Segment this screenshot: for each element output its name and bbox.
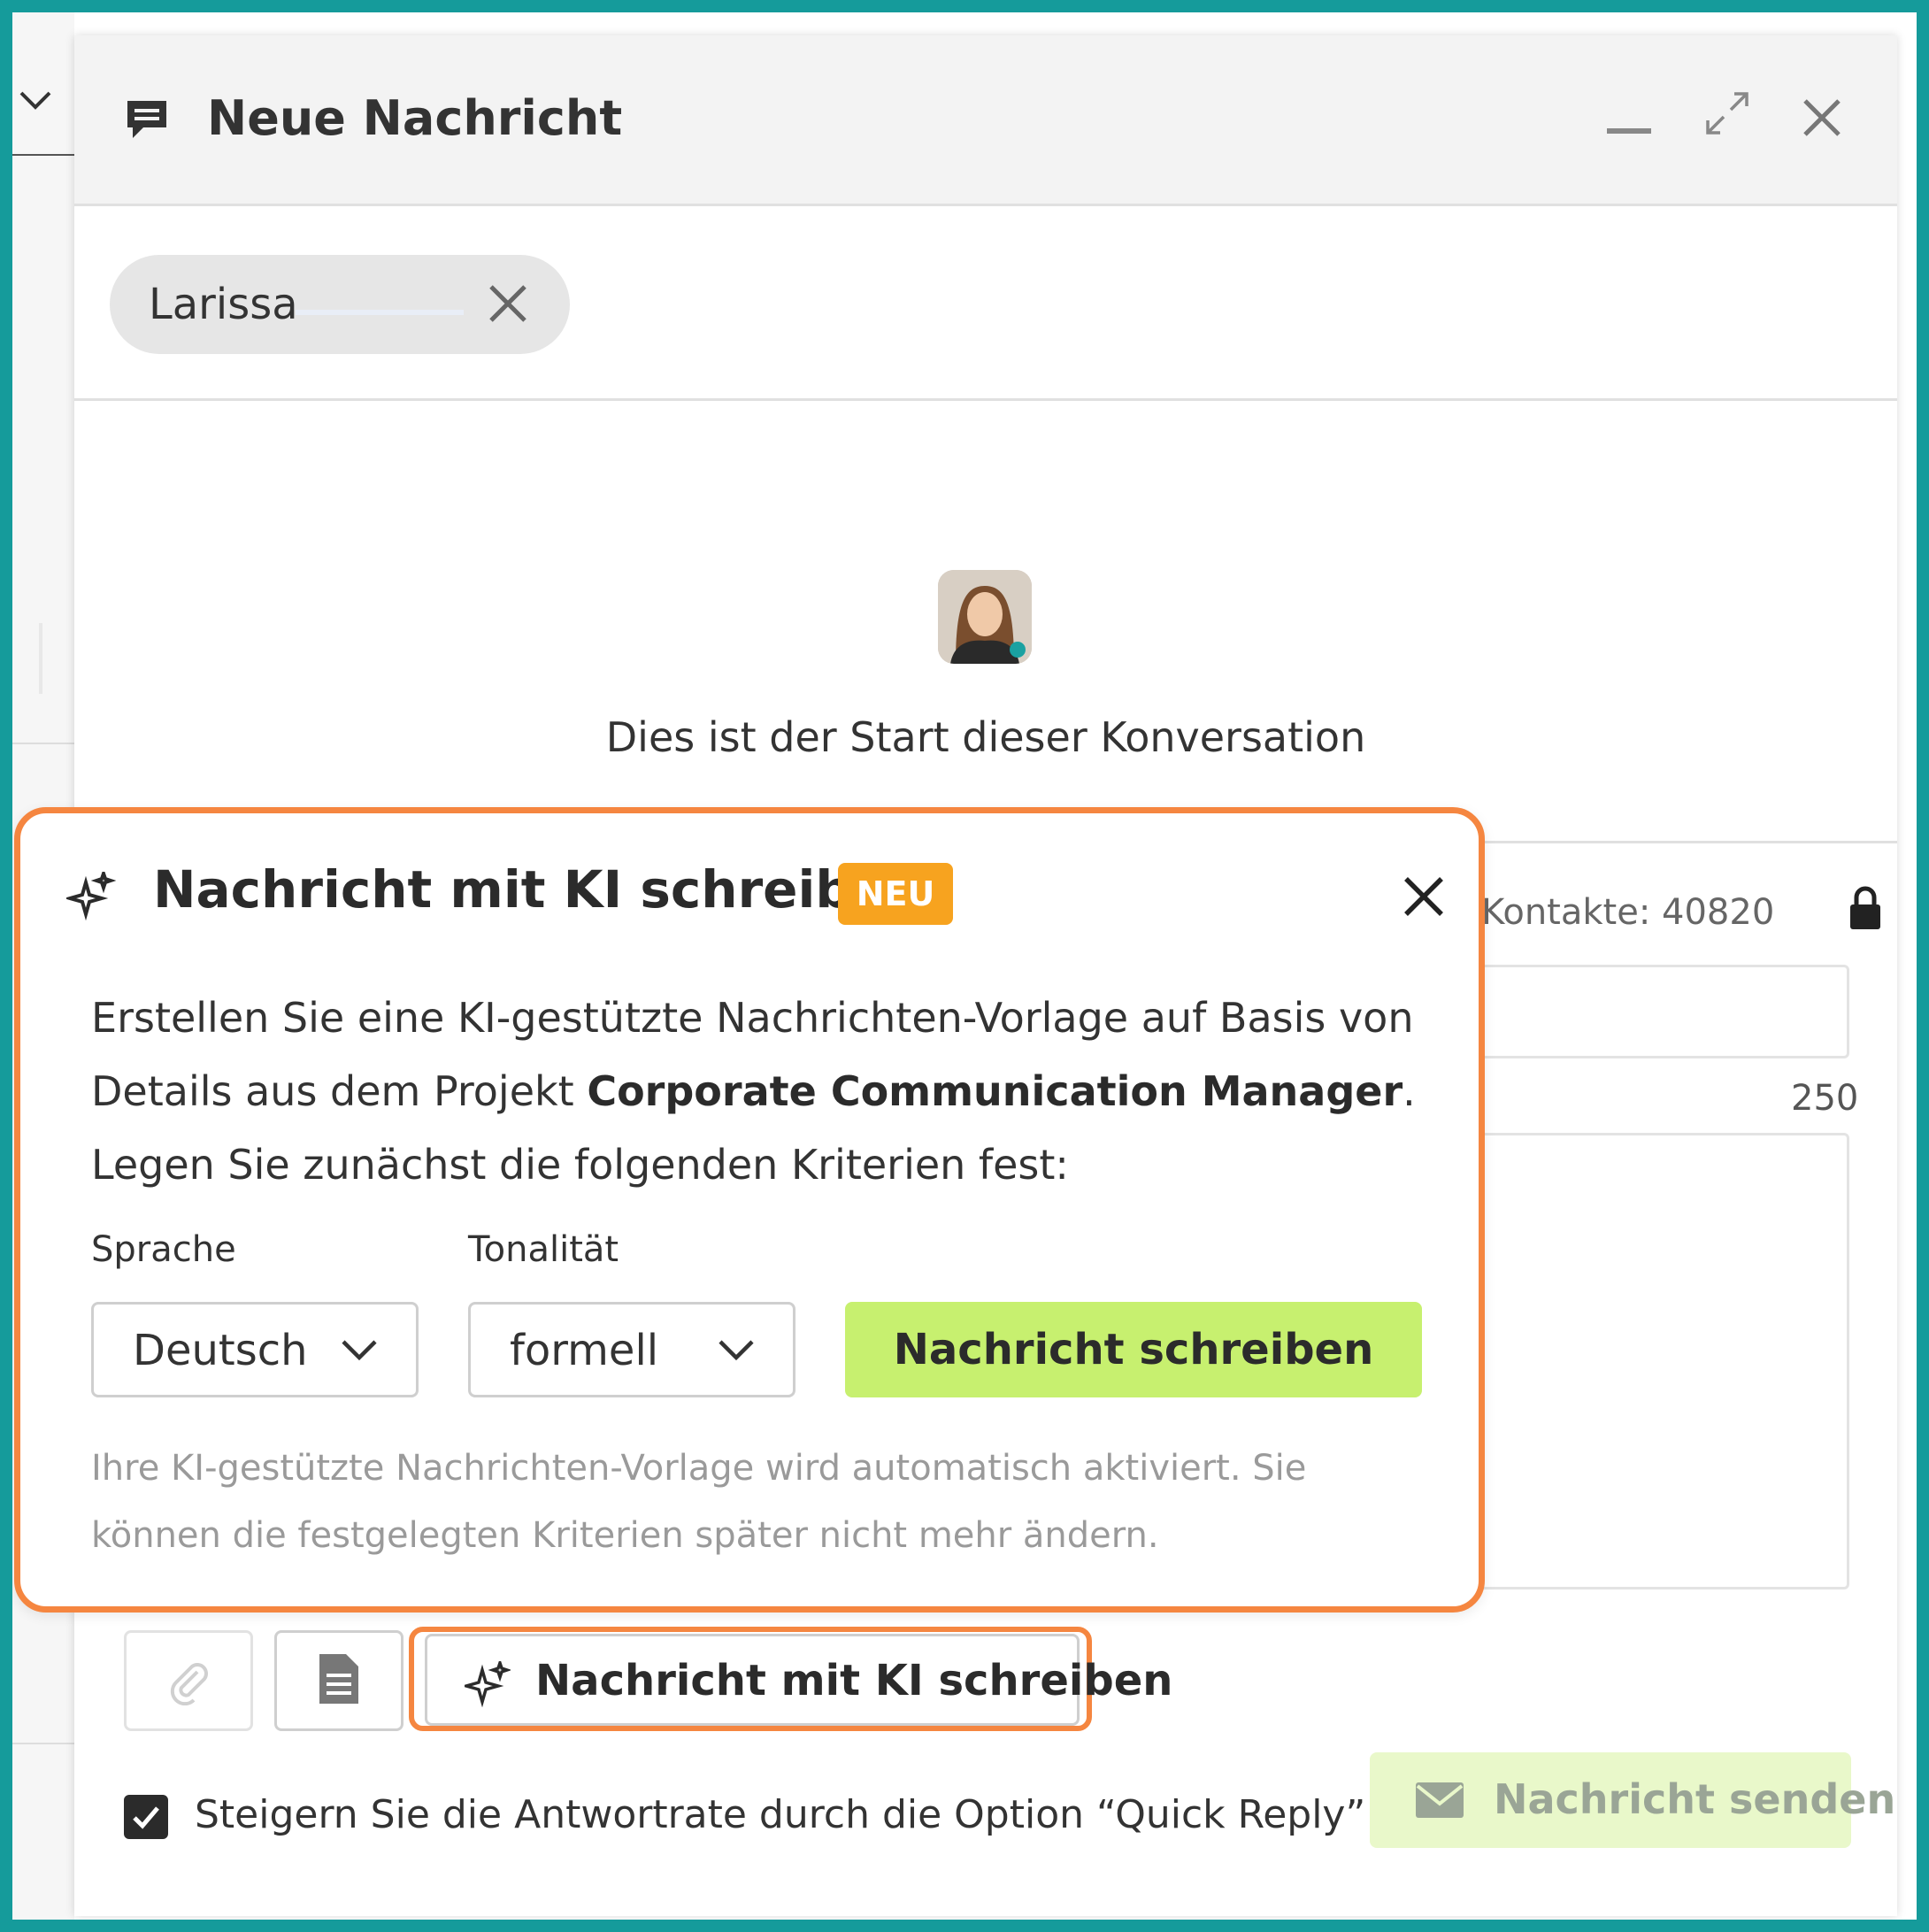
ai-popover-title: Nachricht mit KI schreiben [153, 859, 924, 920]
ai-write-button-label: Nachricht mit KI schreiben [535, 1656, 1173, 1705]
write-message-label: Nachricht schreiben [893, 1325, 1374, 1374]
recipient-chip[interactable]: Larissa [110, 255, 570, 354]
dialog-title: Neue Nachricht [207, 90, 623, 146]
ai-write-button[interactable]: Nachricht mit KI schreiben [425, 1634, 1172, 1726]
chevron-down-icon [338, 1335, 380, 1366]
attach-button[interactable] [124, 1630, 253, 1731]
dialog-header: Neue Nachricht [74, 35, 1897, 206]
tone-label: Tonalität [468, 1229, 619, 1270]
quick-reply-checkbox[interactable] [124, 1795, 168, 1839]
remove-recipient-icon[interactable] [486, 281, 530, 326]
sparkles-icon [460, 1658, 512, 1708]
recipient-surname-redacted [296, 310, 464, 315]
minimize-icon[interactable] [1607, 128, 1651, 134]
divider [12, 154, 74, 156]
template-button[interactable] [274, 1630, 403, 1731]
send-message-label: Nachricht senden [1494, 1775, 1896, 1823]
envelope-icon [1414, 1781, 1465, 1820]
contacts-count: t-Kontakte: 40820 [1455, 892, 1775, 933]
divider [39, 623, 42, 694]
new-badge: NEU [838, 863, 953, 925]
close-icon[interactable] [1403, 875, 1445, 918]
tone-value: formell [510, 1326, 659, 1375]
recipient-name: Larissa [149, 280, 298, 329]
chevron-down-icon[interactable] [18, 83, 53, 122]
message-body-textarea[interactable] [1455, 1133, 1849, 1589]
avatar [938, 570, 1032, 664]
close-icon[interactable] [1800, 96, 1844, 140]
write-message-button[interactable]: Nachricht schreiben [845, 1302, 1422, 1397]
tone-select[interactable]: formell [468, 1302, 795, 1397]
divider [12, 1743, 74, 1744]
chat-bubble-icon [122, 96, 172, 145]
send-message-button[interactable]: Nachricht senden [1370, 1752, 1895, 1848]
conversation-start-text: Dies ist der Start dieser Konversation [605, 713, 1366, 761]
ai-popover-description: Erstellen Sie eine KI-gestützte Nachrich… [91, 981, 1436, 1202]
quick-reply-label: Steigern Sie die Antwortrate durch die O… [195, 1792, 1366, 1837]
recipient-field[interactable]: Larissa [74, 206, 1897, 401]
ai-popover-note: Ihre KI-gestützte Nachrichten-Vorlage wi… [91, 1448, 1307, 1556]
chevron-down-icon [715, 1335, 757, 1366]
ai-popover: Nachricht mit KI schreiben NEU Erstellen… [14, 807, 1485, 1613]
char-counter: 250 [1791, 1078, 1859, 1119]
divider [12, 743, 74, 744]
language-select[interactable]: Deutsch [91, 1302, 419, 1397]
project-name: Corporate Communication Manager [587, 1067, 1403, 1115]
lock-icon [1848, 883, 1883, 931]
subject-input[interactable] [1455, 965, 1849, 1058]
language-label: Sprache [91, 1229, 236, 1270]
sparkles-icon [63, 867, 117, 921]
language-value: Deutsch [133, 1326, 308, 1375]
expand-icon[interactable] [1702, 89, 1752, 138]
